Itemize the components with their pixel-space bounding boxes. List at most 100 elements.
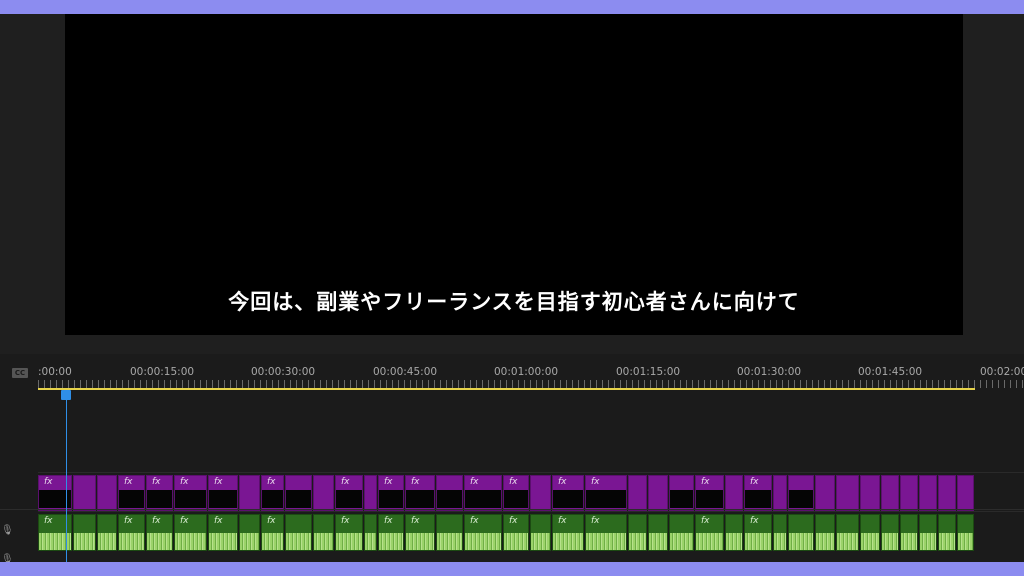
video-clip[interactable] (530, 475, 551, 511)
fx-badge: fx (180, 516, 189, 526)
video-clip[interactable]: fx (208, 475, 238, 511)
video-clip[interactable] (773, 475, 787, 511)
captions-toggle-button[interactable]: CC (12, 368, 28, 378)
audio-clip[interactable]: fx (585, 514, 627, 551)
fx-badge: fx (411, 477, 420, 487)
audio-clip[interactable]: fx (744, 514, 772, 551)
video-clip[interactable] (97, 475, 117, 511)
video-clip[interactable]: fx (335, 475, 363, 511)
playhead-handle[interactable] (61, 390, 71, 400)
video-clip[interactable] (957, 475, 974, 511)
audio-clip[interactable] (648, 514, 668, 551)
video-clip[interactable] (881, 475, 899, 511)
video-clip[interactable] (285, 475, 312, 511)
audio-clip[interactable]: fx (208, 514, 238, 551)
video-clip[interactable]: fx (174, 475, 207, 511)
clip-thumbnail (465, 490, 501, 508)
audio-clip[interactable] (773, 514, 787, 551)
video-clip[interactable]: fx (552, 475, 584, 511)
clip-thumbnail (336, 490, 362, 508)
video-clip[interactable]: fx (695, 475, 724, 511)
video-clip[interactable] (313, 475, 334, 511)
audio-clip[interactable] (669, 514, 694, 551)
microphone-icon[interactable]: 🎙 (1, 554, 14, 562)
audio-waveform (531, 533, 550, 550)
video-clip[interactable]: fx (744, 475, 772, 511)
track-area[interactable]: fx fx fx fx fx fx fx fx fx fx fx fx fx fx fx fx fx fx fx f… (38, 404, 1024, 562)
clip-thumbnail (175, 490, 206, 508)
audio-clip[interactable]: fx (464, 514, 502, 551)
video-track[interactable]: fx fx fx fx fx fx fx fx fx fx fx fx fx fx fx (38, 472, 1024, 512)
audio-clip[interactable] (881, 514, 899, 551)
audio-waveform (406, 533, 434, 550)
video-clip[interactable] (436, 475, 463, 511)
video-clip[interactable] (648, 475, 668, 511)
video-clip[interactable] (900, 475, 918, 511)
video-clip[interactable] (364, 475, 377, 511)
clip-thumbnail (504, 490, 528, 508)
video-clip[interactable] (239, 475, 260, 511)
audio-clip[interactable] (364, 514, 377, 551)
video-clip[interactable] (73, 475, 96, 511)
audio-clip[interactable] (725, 514, 743, 551)
audio-clip[interactable] (815, 514, 835, 551)
video-clip[interactable] (725, 475, 743, 511)
video-clip[interactable] (669, 475, 694, 511)
fx-badge: fx (341, 477, 350, 487)
audio-clip[interactable] (836, 514, 859, 551)
video-clip[interactable] (919, 475, 937, 511)
microphone-icon[interactable]: 🎙 (1, 525, 14, 539)
audio-clip[interactable]: fx (118, 514, 145, 551)
time-ruler[interactable]: :00:00 00:00:15:00 00:00:30:00 00:00:45:… (38, 354, 1024, 404)
video-clip[interactable]: fx (405, 475, 435, 511)
playhead-line[interactable] (66, 390, 67, 562)
video-preview[interactable]: 今回は、副業やフリーランスを目指す初心者さんに向けて (65, 14, 963, 335)
audio-track[interactable]: fx fx fx fx fx fx fx fx fx fx fx fx fx fx fx (38, 514, 1024, 554)
audio-clip[interactable] (628, 514, 647, 551)
audio-clip[interactable] (436, 514, 463, 551)
video-clip[interactable]: fx (261, 475, 284, 511)
audio-clip[interactable] (530, 514, 551, 551)
video-clip[interactable]: fx (146, 475, 173, 511)
work-area-bar[interactable] (38, 388, 975, 390)
video-clip[interactable] (938, 475, 956, 511)
audio-clip[interactable] (860, 514, 880, 551)
audio-clip[interactable]: fx (695, 514, 724, 551)
video-clip[interactable] (815, 475, 835, 511)
audio-clip[interactable]: fx (405, 514, 435, 551)
audio-clip[interactable]: fx (174, 514, 207, 551)
video-clip[interactable]: fx (503, 475, 529, 511)
audio-clip[interactable]: fx (335, 514, 363, 551)
video-clip[interactable]: fx (585, 475, 627, 511)
audio-clip[interactable] (919, 514, 937, 551)
audio-clip[interactable]: fx (552, 514, 584, 551)
audio-clip[interactable] (957, 514, 974, 551)
audio-clip[interactable] (73, 514, 96, 551)
video-clip[interactable] (788, 475, 814, 511)
video-clip[interactable] (860, 475, 880, 511)
clip-thumbnail (437, 490, 462, 508)
clip-thumbnail (119, 490, 144, 508)
video-clip[interactable] (628, 475, 647, 511)
video-clip[interactable]: fx (118, 475, 145, 511)
audio-waveform (465, 533, 501, 550)
fx-badge: fx (591, 477, 600, 487)
audio-clip[interactable]: fx (503, 514, 529, 551)
audio-clip[interactable] (788, 514, 814, 551)
audio-clip[interactable] (97, 514, 117, 551)
audio-waveform (958, 533, 973, 550)
audio-clip[interactable] (938, 514, 956, 551)
video-clip[interactable] (836, 475, 859, 511)
audio-clip[interactable] (313, 514, 334, 551)
audio-clip[interactable]: fx (146, 514, 173, 551)
timeline-panel: CC :00:00 00:00:15:00 00:00:30:00 00:00:… (0, 354, 1024, 562)
video-clip[interactable]: fx (378, 475, 404, 511)
audio-clip[interactable]: fx (261, 514, 284, 551)
audio-clip[interactable] (239, 514, 260, 551)
audio-clip[interactable]: fx (378, 514, 404, 551)
audio-clip[interactable] (285, 514, 312, 551)
audio-clip[interactable] (900, 514, 918, 551)
fx-badge: fx (124, 516, 133, 526)
video-clip[interactable]: fx (464, 475, 502, 511)
fx-badge: fx (214, 516, 223, 526)
